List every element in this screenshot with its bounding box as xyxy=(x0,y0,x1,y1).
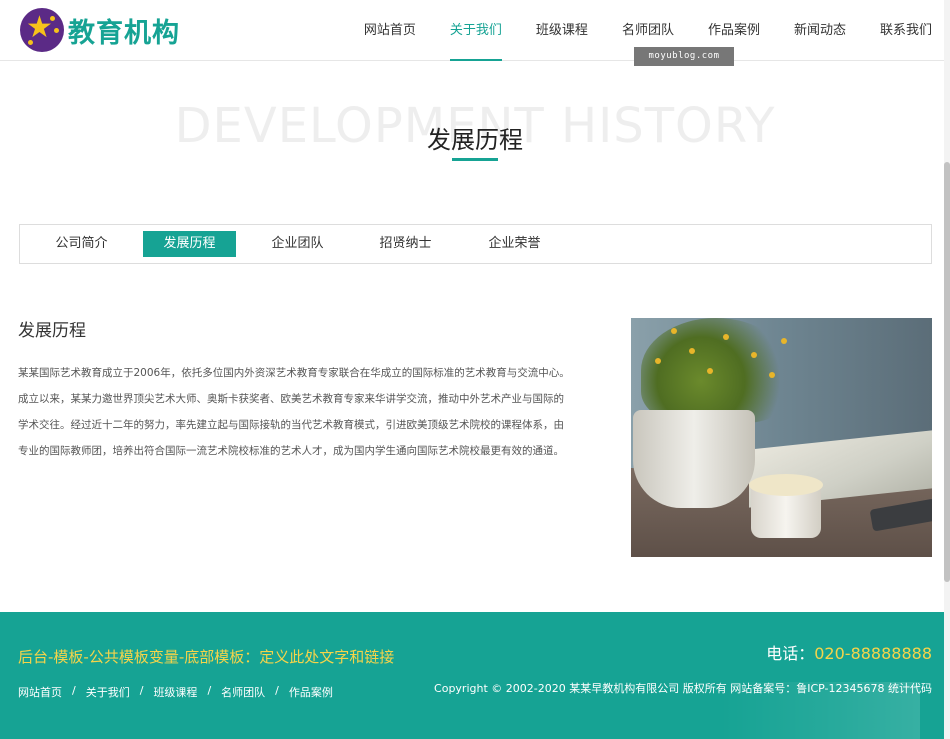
page-scrollbar[interactable] xyxy=(944,0,950,739)
sub-tabs: 公司简介 发展历程 企业团队 招贤纳士 企业荣誉 xyxy=(19,224,932,264)
logo-text: 教育机构 xyxy=(68,17,180,49)
logo-star-icon: ★ xyxy=(20,8,64,52)
section-paragraph: 某某国际艺术教育成立于2006年，依托多位国内外资深艺术教育专家联合在华成立的国… xyxy=(18,367,570,457)
section-heading: 发展历程 xyxy=(18,321,86,341)
tab-team[interactable]: 企业团队 xyxy=(251,231,344,257)
footer-link-about[interactable]: 关于我们 xyxy=(86,684,130,700)
footer-separator: / xyxy=(275,684,279,697)
footer-separator: / xyxy=(72,684,76,697)
tab-company-profile[interactable]: 公司简介 xyxy=(35,231,128,257)
nav-item-courses[interactable]: 班级课程 xyxy=(536,0,588,61)
nav-item-news[interactable]: 新闻动态 xyxy=(794,0,846,61)
plant-photo xyxy=(631,318,932,557)
phone-number: 020-88888888 xyxy=(814,644,932,663)
main-nav: 网站首页 关于我们 班级课程 名师团队 作品案例 新闻动态 联系我们 xyxy=(330,0,932,61)
footer-link-courses[interactable]: 班级课程 xyxy=(153,684,197,700)
nav-item-about[interactable]: 关于我们 xyxy=(449,0,502,61)
phone-label: 电话： xyxy=(766,644,815,663)
tab-development-history[interactable]: 发展历程 xyxy=(143,231,236,257)
footer-link-home[interactable]: 网站首页 xyxy=(18,684,62,700)
footer-links: 网站首页 / 关于我们 / 班级课程 / 名师团队 / 作品案例 xyxy=(18,684,333,700)
site-logo[interactable]: ★ 教育机构 xyxy=(20,8,180,52)
site-header: ★ 教育机构 网站首页 关于我们 班级课程 名师团队 作品案例 新闻动态 联系我… xyxy=(0,0,950,61)
footer-phone: 电话：020-88888888 xyxy=(766,640,932,664)
nav-item-contact[interactable]: 联系我们 xyxy=(880,0,932,61)
tab-honors[interactable]: 企业荣誉 xyxy=(468,231,561,257)
site-footer: 后台-模板-公共模板变量-底部模板：定义此处文字和链接 网站首页 / 关于我们 … xyxy=(0,612,950,739)
page-title: 发展历程 xyxy=(427,126,523,154)
title-underline xyxy=(452,158,498,161)
footer-slogan[interactable]: 后台-模板-公共模板变量-底部模板：定义此处文字和链接 xyxy=(18,646,394,667)
scrollbar-thumb[interactable] xyxy=(944,162,950,582)
tab-careers[interactable]: 招贤纳士 xyxy=(359,231,452,257)
footer-copyright: Copyright © 2002-2020 某某早教机构有限公司 版权所有 网站… xyxy=(434,682,932,695)
nav-item-home[interactable]: 网站首页 xyxy=(364,0,416,61)
watermark-label: moyublog.com xyxy=(634,47,734,66)
footer-separator: / xyxy=(139,684,144,697)
footer-link-works[interactable]: 作品案例 xyxy=(289,684,333,700)
footer-link-teachers[interactable]: 名师团队 xyxy=(221,684,265,700)
footer-separator: / xyxy=(207,684,212,697)
